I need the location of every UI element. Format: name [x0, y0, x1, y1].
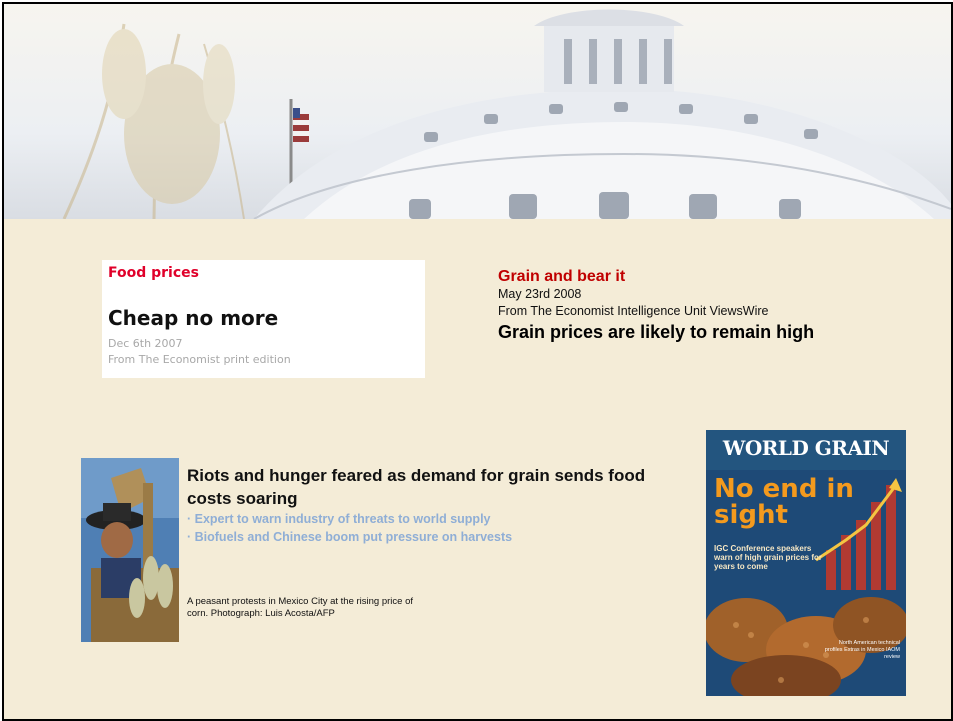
capitol-dome-illustration	[62, 9, 951, 219]
guardian-headline: Riots and hunger feared as demand for gr…	[187, 466, 646, 508]
clipping-date: Dec 6th 2007	[108, 337, 183, 350]
guardian-article: Riots and hunger feared as demand for gr…	[187, 464, 657, 546]
cover-masthead: WORLD GRAIN	[722, 436, 890, 460]
economist-clipping: Food prices Cheap no more Dec 6th 2007 F…	[102, 260, 425, 378]
eiu-subhead: Grain prices are likely to remain high	[498, 322, 815, 342]
guardian-bullet: · Expert to warn industry of threats to …	[187, 512, 491, 526]
world-grain-cover: WORLD GRAIN No end in sight IGC Conferen…	[706, 430, 906, 696]
clipping-kicker: Food prices	[108, 265, 199, 281]
eiu-source: From The Economist Intelligence Unit Vie…	[498, 304, 769, 318]
cover-bottom-note: North American technical profiles Extras…	[824, 640, 900, 660]
eiu-article: Grain and bear it May 23rd 2008 From The…	[498, 267, 938, 344]
photo-caption: A peasant protests in Mexico City at the…	[187, 596, 413, 619]
header-banner-image	[4, 4, 951, 219]
eiu-date: May 23rd 2008	[498, 287, 582, 301]
guardian-bullet: · Biofuels and Chinese boom put pressure…	[187, 530, 513, 544]
eiu-title: Grain and bear it	[498, 268, 626, 285]
clipping-headline: Cheap no more	[108, 306, 279, 330]
clipping-source: From The Economist print edition	[108, 353, 291, 366]
cover-subhead: IGC Conference speakers warn of high gra…	[714, 544, 823, 571]
protester-photo	[81, 458, 179, 642]
slide: Food prices Cheap no more Dec 6th 2007 F…	[2, 2, 953, 721]
cover-headline: No end in sight	[714, 474, 854, 530]
